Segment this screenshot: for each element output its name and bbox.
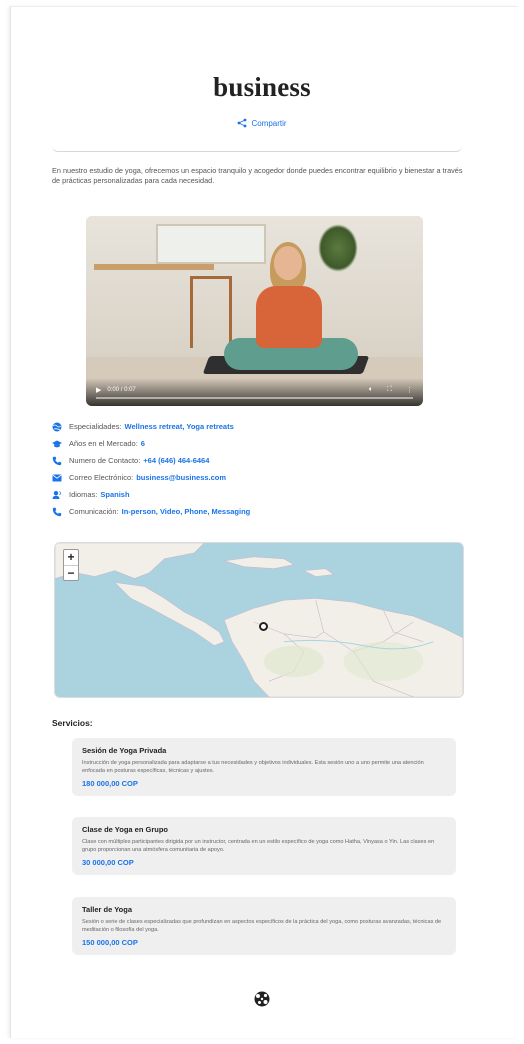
map-zoom-controls: + − [63, 549, 79, 581]
language-icon [52, 490, 61, 499]
service-description: Clase con múltiples participantes dirigi… [82, 839, 435, 853]
divider [52, 144, 462, 152]
graduation-cap-icon [52, 440, 62, 447]
service-price: 30 000,00 COP [82, 858, 134, 867]
info-value: In-person, Video, Phone, Messaging [121, 507, 251, 516]
info-value: Wellness retreat, Yoga retreats [124, 422, 234, 431]
business-info-list: Especialidades: Wellness retreat, Yoga r… [52, 418, 472, 520]
service-description: Sesión o serie de clases especializadas … [82, 919, 442, 933]
info-row-email: Correo Electrónico: business@business.co… [52, 469, 472, 486]
service-card: Taller de Yoga Sesión o serie de clases … [72, 897, 456, 955]
service-name: Taller de Yoga [82, 905, 133, 914]
service-card: Clase de Yoga en Grupo Clase con múltipl… [72, 817, 456, 875]
zoom-in-button[interactable]: + [64, 550, 78, 565]
info-row-specialties: Especialidades: Wellness retreat, Yoga r… [52, 418, 472, 435]
services-title: Servicios: [52, 718, 93, 728]
service-price: 150 000,00 COP [82, 938, 138, 947]
envelope-icon [52, 474, 62, 481]
info-value[interactable]: +64 (646) 464-6464 [143, 456, 209, 465]
info-label: Idiomas: [69, 490, 98, 499]
business-description: En nuestro estudio de yoga, ofrecemos un… [52, 166, 463, 185]
info-row-languages: Idiomas: Spanish [52, 486, 472, 503]
info-value[interactable]: business@business.com [136, 473, 226, 482]
location-map[interactable]: + − [54, 542, 464, 698]
video-frame-person [224, 242, 358, 376]
map-marker-icon[interactable] [259, 622, 268, 631]
zoom-out-button[interactable]: − [64, 565, 78, 580]
brand-logo-icon [254, 991, 270, 1007]
fullscreen-icon[interactable]: ⛶ [387, 386, 392, 394]
info-row-phone: Numero de Contacto: +64 (646) 464-6464 [52, 452, 472, 469]
service-name: Clase de Yoga en Grupo [82, 825, 168, 834]
info-value: Spanish [100, 490, 130, 499]
share-icon [238, 118, 247, 128]
service-card: Sesión de Yoga Privada Instrucción de yo… [72, 738, 456, 796]
more-options-icon[interactable]: ⋮ [406, 386, 413, 394]
volume-icon[interactable]: 🔈︎ [369, 386, 373, 394]
video-frame-chair [190, 276, 232, 348]
info-row-communication: Comunicación: In-person, Video, Phone, M… [52, 503, 472, 520]
share-button[interactable]: Compartir [0, 118, 524, 128]
video-controls: ▶ 0:00 / 0:07 🔈︎ ⛶ ⋮ [86, 378, 423, 406]
info-label: Comunicación: [69, 507, 119, 516]
video-progress-bar[interactable] [96, 397, 413, 399]
service-price: 180 000,00 COP [82, 779, 138, 788]
globe-icon [52, 422, 62, 431]
page-title: business [213, 72, 311, 102]
service-description: Instrucción de yoga personalizada para a… [82, 760, 424, 774]
service-name: Sesión de Yoga Privada [82, 746, 167, 755]
info-value: 6 [140, 439, 145, 448]
play-icon[interactable]: ▶ [96, 386, 101, 394]
video-player[interactable]: ▶ 0:00 / 0:07 🔈︎ ⛶ ⋮ [86, 216, 423, 406]
video-frame-table [94, 264, 214, 270]
phone-icon [52, 456, 62, 465]
info-label: Especialidades: [69, 422, 122, 431]
page-container [10, 6, 518, 1038]
info-label: Correo Electrónico: [69, 473, 134, 482]
share-label: Compartir [251, 118, 287, 128]
phone-icon [52, 507, 62, 516]
info-label: Numero de Contacto: [69, 456, 141, 465]
video-time: 0:00 / 0:07 [107, 387, 136, 393]
info-row-years: Años en el Mercado: 6 [52, 435, 472, 452]
map-tiles [55, 543, 463, 697]
info-label: Años en el Mercado: [69, 439, 138, 448]
